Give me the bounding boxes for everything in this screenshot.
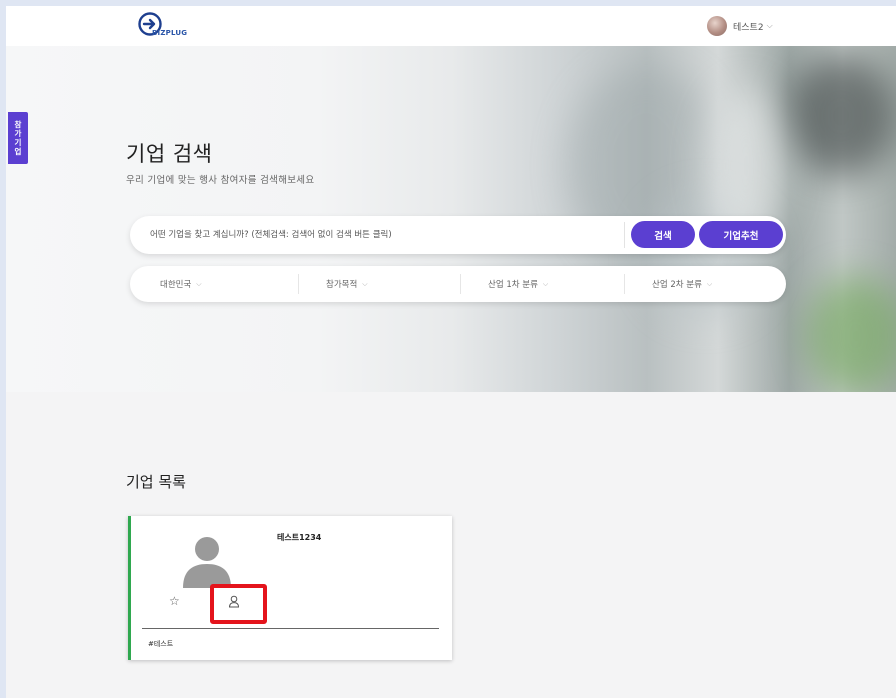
- page-frame: BIZPLUG 테스트2 ⌵ 기업 검색 우리 기업에 맞는 행사 참여자를 검…: [6, 6, 896, 698]
- filter-industry-2-label: 산업 2차 분류: [652, 280, 702, 290]
- filter-country[interactable]: 대한민국 ⌵: [160, 266, 202, 302]
- chevron-down-icon: ⌵: [196, 279, 202, 288]
- hero-bg-blob: [806, 276, 896, 392]
- filter-country-label: 대한민국: [160, 280, 192, 290]
- chevron-down-icon: ⌵: [542, 279, 549, 288]
- top-header: BIZPLUG 테스트2 ⌵: [6, 6, 896, 46]
- filter-bar: 대한민국 ⌵ 참가목적 ⌵ 산업 1차 분류 ⌵ 산업 2차 분류 ⌵: [130, 266, 786, 302]
- card-divider: [142, 628, 439, 629]
- company-card[interactable]: 테스트1234 ☆ #테스트: [128, 516, 452, 660]
- user-name[interactable]: 테스트2: [733, 20, 764, 33]
- logo-text: BIZPLUG: [152, 29, 188, 37]
- bizplug-logo[interactable]: BIZPLUG: [138, 12, 208, 40]
- company-tag[interactable]: #테스트: [148, 639, 173, 649]
- filter-divider: [298, 274, 299, 294]
- star-icon[interactable]: ☆: [169, 594, 180, 608]
- search-divider: [624, 222, 625, 248]
- page-subtitle: 우리 기업에 맞는 행사 참여자를 검색해보세요: [126, 175, 315, 186]
- filter-divider: [624, 274, 625, 294]
- chevron-down-icon[interactable]: ⌵: [767, 21, 773, 31]
- page-title: 기업 검색: [126, 142, 213, 166]
- chevron-down-icon: ⌵: [362, 279, 368, 288]
- side-tab-char: 업: [14, 147, 22, 156]
- filter-purpose-label: 참가목적: [326, 280, 358, 290]
- side-tab-char: 가: [14, 129, 22, 138]
- company-list-title: 기업 목록: [126, 473, 186, 491]
- highlight-annotation: [210, 584, 267, 624]
- hero-search-section: 기업 검색 우리 기업에 맞는 행사 참여자를 검색해보세요 검색 기업추천 대…: [6, 46, 896, 392]
- hero-bg-blob: [786, 56, 896, 176]
- participating-companies-tab[interactable]: 참 가 기 업: [8, 112, 28, 164]
- chevron-down-icon: ⌵: [706, 279, 713, 288]
- side-tab-char: 기: [14, 138, 22, 147]
- search-button[interactable]: 검색: [631, 221, 695, 248]
- side-tab-char: 참: [14, 120, 22, 129]
- filter-divider: [460, 274, 461, 294]
- avatar[interactable]: [707, 16, 727, 36]
- filter-industry-1-label: 산업 1차 분류: [488, 280, 538, 290]
- search-input[interactable]: [150, 226, 620, 244]
- user-menu[interactable]: 테스트2 ⌵: [707, 14, 773, 38]
- search-bar: 검색 기업추천: [130, 216, 786, 254]
- filter-purpose[interactable]: 참가목적 ⌵: [326, 266, 368, 302]
- filter-industry-1[interactable]: 산업 1차 분류 ⌵: [488, 266, 548, 302]
- recommend-company-button[interactable]: 기업추천: [699, 221, 783, 248]
- filter-industry-2[interactable]: 산업 2차 분류 ⌵: [652, 266, 712, 302]
- default-profile-icon: [183, 537, 231, 588]
- company-name[interactable]: 테스트1234: [277, 532, 321, 543]
